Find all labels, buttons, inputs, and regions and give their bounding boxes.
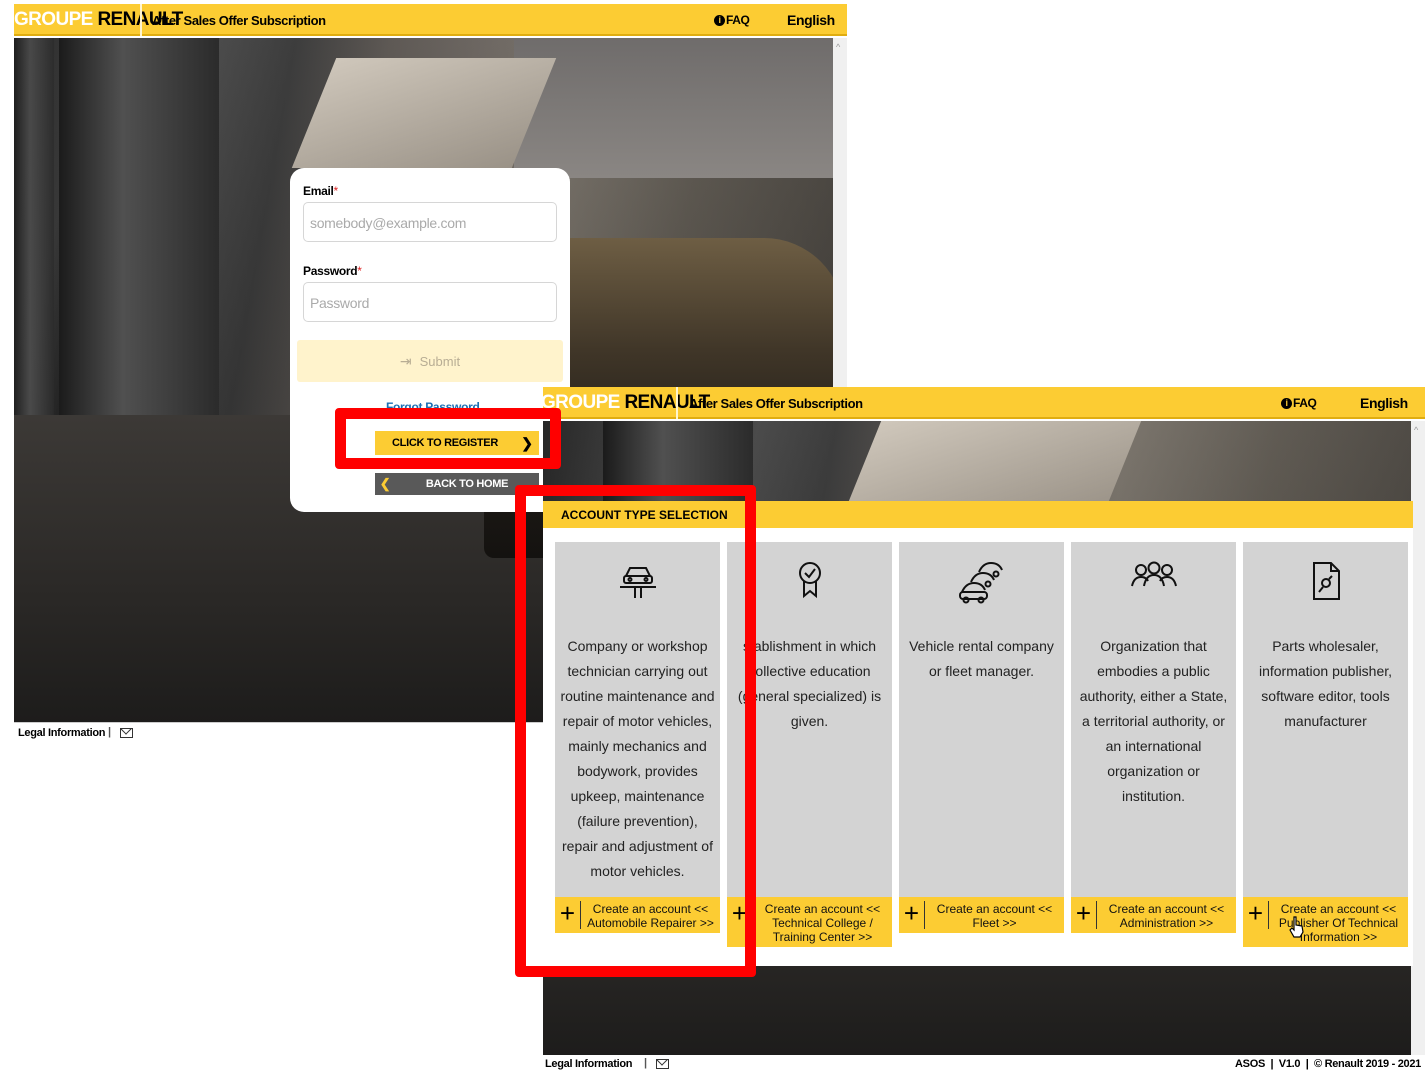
header-divider bbox=[676, 387, 678, 419]
plus-icon: + bbox=[899, 900, 925, 929]
email-field[interactable]: somebody@example.com bbox=[303, 202, 557, 242]
header-divider bbox=[140, 4, 142, 36]
plus-icon: + bbox=[1071, 900, 1097, 929]
mail-icon[interactable] bbox=[656, 1059, 669, 1069]
scrollbar[interactable]: ^ bbox=[1411, 421, 1425, 1055]
info-icon: i bbox=[714, 14, 725, 26]
sign-in-icon: ⇥ bbox=[399, 352, 412, 369]
plus-icon: + bbox=[1243, 900, 1269, 929]
register-highlight-box bbox=[335, 408, 561, 469]
password-label: Password* bbox=[303, 264, 362, 278]
footer: Legal Information | ASOS | V1.0 | © Rena… bbox=[543, 1057, 1425, 1072]
legal-information-link[interactable]: Legal Information bbox=[545, 1058, 632, 1070]
repairer-highlight-box bbox=[515, 485, 756, 977]
create-account-publisher-button[interactable]: + Create an account << Publisher Of Tech… bbox=[1243, 897, 1408, 947]
language-selector[interactable]: English bbox=[1360, 395, 1408, 411]
chevron-left-icon: ❮ bbox=[379, 476, 391, 491]
sky bbox=[514, 38, 833, 178]
account-type-card-administration[interactable]: Organization that embodies a public auth… bbox=[1071, 542, 1236, 897]
create-account-administration-button[interactable]: + Create an account << Administration >> bbox=[1071, 897, 1236, 933]
hand-cursor-icon bbox=[1289, 916, 1304, 938]
faq-link[interactable]: i FAQ bbox=[1281, 396, 1317, 410]
legal-information-link[interactable]: Legal Information bbox=[18, 727, 105, 739]
footer-separator: | bbox=[108, 726, 111, 738]
building-arch bbox=[291, 58, 557, 168]
account-type-card-publisher[interactable]: Parts wholesaler, information publisher,… bbox=[1243, 542, 1408, 897]
email-label: Email* bbox=[303, 184, 338, 198]
scroll-up-icon[interactable]: ^ bbox=[1414, 425, 1418, 435]
language-selector[interactable]: English bbox=[787, 12, 835, 28]
account-type-description: Organization that embodies a public auth… bbox=[1079, 638, 1228, 804]
mail-icon[interactable] bbox=[120, 728, 133, 738]
account-type-description: Vehicle rental company or fleet manager. bbox=[909, 638, 1054, 679]
account-type-card-fleet[interactable]: Vehicle rental company or fleet manager. bbox=[899, 542, 1064, 897]
version-info: ASOS | V1.0 | © Renault 2019 - 2021 bbox=[1235, 1058, 1421, 1070]
scroll-up-icon[interactable]: ^ bbox=[836, 42, 840, 52]
building-arch bbox=[844, 421, 1142, 511]
submit-button[interactable]: ⇥ Submit bbox=[297, 340, 563, 382]
top-bar: GROUPE RENAULT After Sales Offer Subscri… bbox=[543, 387, 1425, 419]
info-icon: i bbox=[1281, 397, 1292, 409]
top-bar: GROUPE RENAULT After Sales Offer Subscri… bbox=[14, 4, 847, 36]
car-fleet-icon bbox=[899, 560, 1064, 604]
app-title: After Sales Offer Subscription bbox=[689, 396, 863, 411]
renault-logo[interactable]: GROUPE RENAULT bbox=[543, 392, 710, 414]
footer-separator: | bbox=[644, 1057, 647, 1069]
app-title: After Sales Offer Subscription bbox=[152, 13, 326, 28]
account-type-description: Parts wholesaler, information publisher,… bbox=[1258, 638, 1393, 729]
people-group-icon bbox=[1071, 560, 1236, 600]
create-account-fleet-button[interactable]: + Create an account << Fleet >> bbox=[899, 897, 1064, 933]
document-tool-icon bbox=[1243, 560, 1408, 600]
password-field[interactable]: Password bbox=[303, 282, 557, 322]
faq-link[interactable]: i FAQ bbox=[714, 13, 750, 27]
